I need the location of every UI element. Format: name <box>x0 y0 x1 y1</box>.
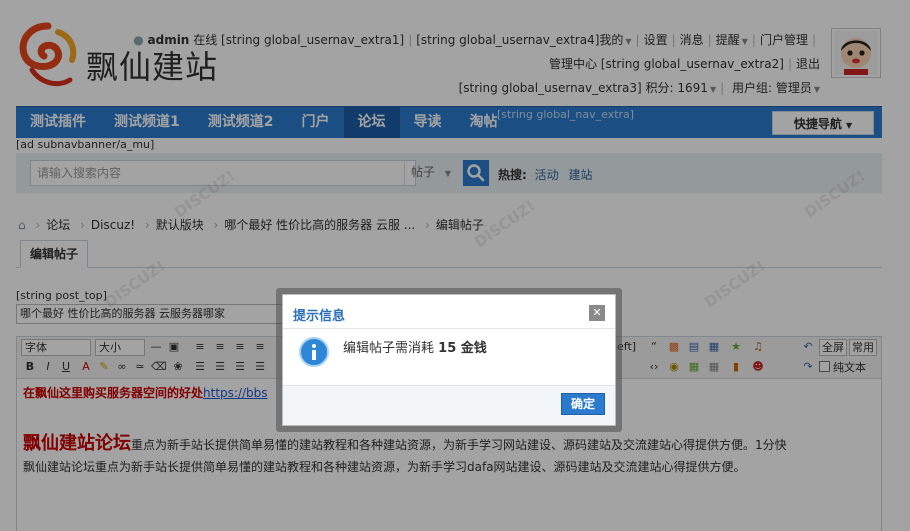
modal-overlay <box>0 0 910 531</box>
info-dialog: 提示信息 ✕ 编辑帖子需消耗 15 金钱 确定 <box>282 294 616 426</box>
info-icon <box>299 337 329 367</box>
dialog-header: 提示信息 ✕ <box>283 295 615 329</box>
confirm-button[interactable]: 确定 <box>561 393 605 415</box>
dialog-message: 编辑帖子需消耗 15 金钱 <box>343 337 487 356</box>
dialog-title: 提示信息 <box>293 309 346 324</box>
dialog-footer: 确定 <box>283 385 615 425</box>
dialog-message-amount: 15 金钱 <box>438 341 487 356</box>
close-icon[interactable]: ✕ <box>589 305 605 321</box>
dialog-message-text: 编辑帖子需消耗 <box>343 341 435 356</box>
